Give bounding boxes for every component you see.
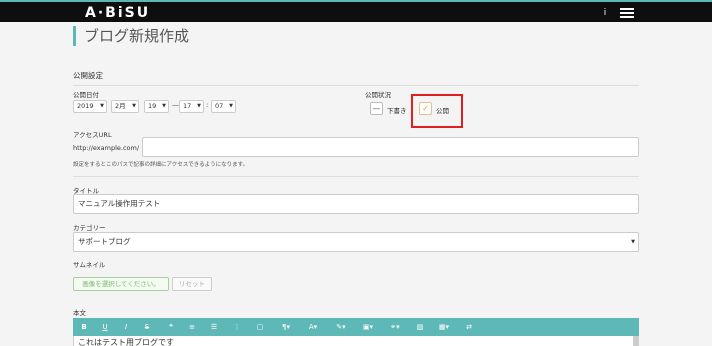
underline-icon[interactable]: U	[99, 321, 111, 333]
info-icon[interactable]: i	[600, 6, 610, 20]
publish-date-label: 公開日付	[73, 91, 99, 99]
day-select[interactable]: 19 ▼	[144, 100, 169, 113]
body-label: 本文	[73, 309, 86, 317]
image-insert-icon[interactable]: ▣▾	[359, 321, 377, 333]
link-icon[interactable]: ⚭▾	[386, 321, 404, 333]
reset-button[interactable]: リセット	[172, 277, 212, 291]
title-input[interactable]: マニュアル操作用テスト	[73, 194, 639, 214]
hour-select[interactable]: 17 ▼	[179, 100, 204, 113]
numbered-list-icon[interactable]: ⋮	[231, 321, 243, 333]
day-value: 19	[148, 102, 157, 110]
minute-value: 07	[215, 102, 224, 110]
highlight-box	[411, 94, 463, 128]
chevron-down-icon: ▼	[631, 239, 635, 245]
category-select[interactable]: サポートブログ ▼	[73, 232, 639, 252]
year-value: 2019	[77, 102, 94, 110]
month-value: 2月	[115, 102, 126, 110]
hour-value: 17	[183, 102, 192, 110]
access-url-help: 設定をするとこのパスで記事の詳細にアクセスできるようになります。	[73, 162, 249, 168]
font-color-icon[interactable]: A▾	[304, 321, 322, 333]
date-time-separator: —	[172, 101, 179, 109]
body-editor[interactable]: これはテスト用ブログです	[73, 336, 639, 346]
bold-icon[interactable]: B	[78, 321, 90, 333]
chevron-down-icon: ▼	[162, 103, 166, 109]
top-navbar: A·BiSU i	[0, 0, 712, 22]
draft-label[interactable]: 下書き	[387, 105, 407, 115]
minute-select[interactable]: 07 ▼	[211, 100, 236, 113]
draft-radio[interactable]: —	[370, 102, 383, 115]
quote-icon[interactable]: ❝	[165, 321, 177, 333]
chevron-down-icon: ▼	[229, 103, 233, 109]
strikethrough-icon[interactable]: S	[141, 321, 153, 333]
access-url-input[interactable]	[142, 137, 639, 157]
year-select[interactable]: 2019 ▼	[73, 100, 107, 113]
time-colon: :	[206, 101, 209, 109]
paragraph-icon[interactable]: ¶▾	[277, 321, 295, 333]
editor-toolbar: B U I S ❝ ≡ ☰ ⋮ ▢ ¶▾ A▾ ✎▾ ▣▾ ⚭▾ ▨ ▦▾ ⇄	[73, 318, 639, 336]
editor-scrollbar[interactable]	[633, 336, 638, 346]
category-value: サポートブログ	[78, 237, 131, 246]
chevron-down-icon: ▼	[197, 103, 201, 109]
page-title: ブログ新規作成	[84, 27, 190, 45]
divider	[73, 176, 639, 177]
chevron-down-icon: ▼	[100, 103, 104, 109]
page-title-block: ブログ新規作成	[73, 26, 189, 46]
access-url-label: アクセスURL	[73, 131, 112, 139]
table-icon[interactable]: ▦▾	[435, 321, 453, 333]
category-label: カテゴリー	[73, 224, 106, 232]
page-icon[interactable]: ▢	[254, 321, 266, 333]
app-logo[interactable]: A·BiSU	[85, 5, 150, 21]
publish-status-label: 公開状況	[365, 91, 391, 99]
media-icon[interactable]: ▨	[414, 321, 426, 333]
hamburger-icon[interactable]	[620, 8, 634, 18]
italic-icon[interactable]: I	[120, 321, 132, 333]
swap-icon[interactable]: ⇄	[463, 321, 475, 333]
highlight-icon[interactable]: ✎▾	[332, 321, 350, 333]
thumbnail-label: サムネイル	[73, 261, 106, 269]
month-select[interactable]: 2月 ▼	[111, 100, 139, 113]
bullet-list-icon[interactable]: ☰	[208, 321, 220, 333]
publish-settings-heading: 公開設定	[73, 70, 639, 86]
access-url-prefix: http://example.com/	[73, 144, 140, 152]
chevron-down-icon: ▼	[132, 103, 136, 109]
select-image-button[interactable]: 画像を選択してください。	[73, 277, 169, 291]
align-icon[interactable]: ≡	[186, 321, 198, 333]
